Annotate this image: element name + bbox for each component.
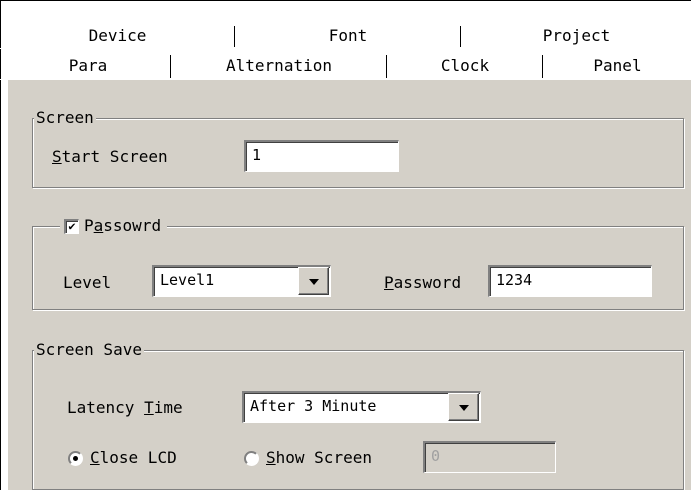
- panel-left-edge: [7, 80, 8, 490]
- tab-device[interactable]: Device: [1, 24, 234, 48]
- tab-clock[interactable]: Clock: [388, 54, 542, 78]
- close-lcd-label[interactable]: Close LCD: [90, 448, 177, 468]
- tab-row-line: [0, 48, 691, 49]
- tab-para[interactable]: Para: [8, 54, 168, 78]
- screen-save-group-legend: Screen Save: [34, 340, 144, 359]
- tab-panel[interactable]: Panel: [544, 54, 691, 78]
- show-screen-input[interactable]: 0: [423, 441, 556, 473]
- show-screen-label[interactable]: Show Screen: [266, 448, 372, 468]
- latency-time-label: Latency Time: [67, 398, 183, 417]
- start-screen-label: Start Screen: [52, 147, 168, 166]
- tab-project[interactable]: Project: [462, 24, 691, 48]
- show-screen-radio[interactable]: [244, 451, 259, 466]
- tab-font[interactable]: Font: [236, 24, 460, 48]
- close-lcd-radio[interactable]: [68, 451, 83, 466]
- password-input[interactable]: 1234: [488, 265, 652, 297]
- password-checkbox[interactable]: ✔: [64, 219, 79, 234]
- latency-dropdown-arrow-icon[interactable]: [448, 393, 479, 421]
- start-screen-input[interactable]: 1: [244, 140, 399, 172]
- level-label: Level: [63, 273, 112, 292]
- tab-alternation[interactable]: Alternation: [172, 54, 386, 78]
- latency-time-select[interactable]: After 3 Minute: [242, 391, 481, 423]
- password-label: Password: [384, 273, 462, 292]
- screen-group-legend: Screen: [34, 108, 96, 127]
- level-dropdown-arrow-icon[interactable]: [298, 267, 329, 295]
